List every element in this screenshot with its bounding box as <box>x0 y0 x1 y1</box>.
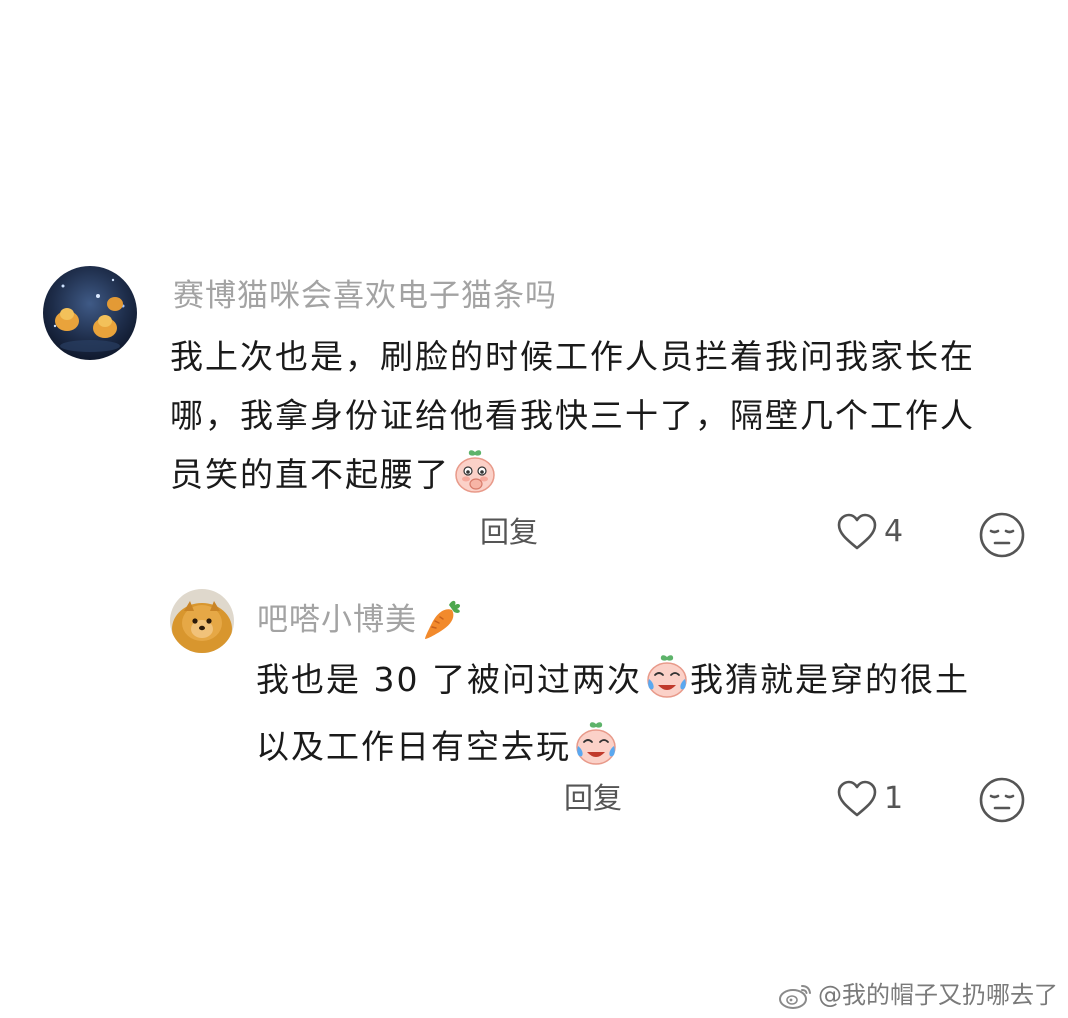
like-count: 4 <box>884 514 904 549</box>
reply-line: 我也是 30 了被问过两次 我猜就是穿的很土 <box>256 650 970 717</box>
user-avatar[interactable] <box>43 266 137 360</box>
reply-dislike-button[interactable] <box>978 776 1026 828</box>
carrot-icon <box>425 600 461 639</box>
meh-face-icon <box>979 512 1025 558</box>
comment-username[interactable]: 赛博猫咪会喜欢电子猫条吗 <box>173 276 557 316</box>
watermark: @我的帽子又扔哪去了 <box>778 980 1058 1010</box>
meh-face-icon <box>979 777 1025 823</box>
like-button[interactable]: 4 <box>836 512 903 552</box>
blush-emoji-icon <box>452 448 498 512</box>
reply-like-button[interactable]: 1 <box>836 779 903 819</box>
comment-line: 员笑的直不起腰了 <box>170 445 975 512</box>
comment-line: 哪，我拿身份证给他看我快三十了，隔壁几个工作人 <box>170 396 975 435</box>
reply-line: 以及工作日有空去玩 <box>256 717 970 784</box>
weibo-logo-icon <box>779 985 811 1009</box>
comment-thread: 赛博猫咪会喜欢电子猫条吗 我上次也是，刷脸的时候工作人员拦着我问我家长在 哪，我… <box>0 0 1068 1018</box>
watermark-text: @我的帽子又扔哪去了 <box>818 981 1058 1009</box>
reply-button[interactable]: 回复 <box>480 514 538 550</box>
laugh-cry-emoji-icon <box>573 720 619 784</box>
reply-body: 我也是 30 了被问过两次 我猜就是穿的很土 以及工作日有空去玩 <box>256 650 970 784</box>
reply-reply-button[interactable]: 回复 <box>564 780 622 816</box>
dislike-button[interactable] <box>978 511 1026 563</box>
reply-user-avatar[interactable] <box>170 589 234 653</box>
like-count: 1 <box>884 781 904 816</box>
heart-icon <box>837 513 877 550</box>
comment-line: 我上次也是，刷脸的时候工作人员拦着我问我家长在 <box>170 337 975 376</box>
comment-body: 我上次也是，刷脸的时候工作人员拦着我问我家长在 哪，我拿身份证给他看我快三十了，… <box>170 327 975 512</box>
heart-icon <box>837 780 877 817</box>
laugh-cry-emoji-icon <box>644 653 690 717</box>
reply-username[interactable]: 吧嗒小博美 <box>257 597 465 643</box>
